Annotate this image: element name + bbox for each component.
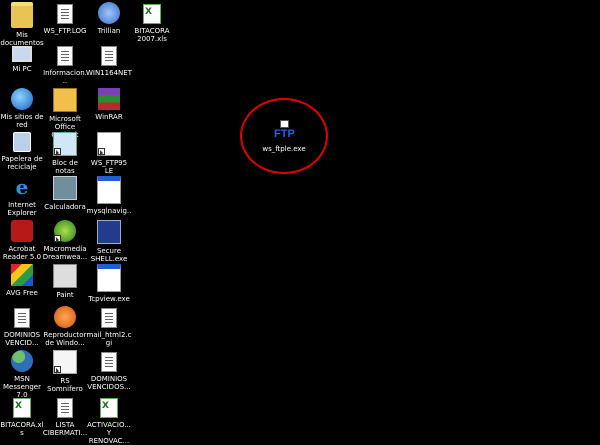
text-document-icon	[57, 398, 73, 418]
trillian-icon	[98, 2, 120, 24]
shortcut-arrow-icon	[54, 235, 61, 243]
text-document-icon	[57, 46, 73, 66]
ftp-badge-icon	[280, 120, 289, 128]
icon-label: ws_ftple.exe	[262, 145, 306, 153]
desktop-icon-mi-pc[interactable]: Mi PC	[0, 44, 44, 73]
desktop-icon-acrobat[interactable]: Acrobat Reader 5.0	[0, 220, 44, 261]
icon-label: Secure SHELL.exe	[90, 247, 128, 263]
window-icon	[97, 264, 121, 292]
desktop-icon-ws-ftp95[interactable]: WS_FTP95 LE	[87, 132, 131, 175]
desktop-icon-mis-documentos[interactable]: Mis documentos	[0, 2, 44, 47]
desktop-icon-mis-sitios-de-red[interactable]: Mis sitios de red	[0, 88, 44, 129]
desktop-icon-papelera[interactable]: Papelera de reciclaje	[0, 132, 44, 171]
icon-label: Informacion...	[43, 69, 87, 85]
icon-label: Macromedia Dreamwea...	[42, 245, 88, 261]
text-document-icon	[57, 4, 73, 24]
desktop-icon-trillian[interactable]: Trillian	[87, 2, 131, 35]
icon-label: Internet Explorer	[7, 201, 37, 217]
cgi-file-icon	[101, 308, 117, 328]
ssh-icon	[97, 220, 121, 244]
desktop-icon-ie[interactable]: e Internet Explorer	[0, 176, 44, 217]
calculator-icon	[53, 176, 77, 200]
desktop-icon-bitacora-2007[interactable]: BITACORA 2007.xls	[130, 2, 174, 43]
desktop-icon-rs-somnifero[interactable]: RS Somnifero	[43, 350, 87, 393]
folder-icon	[11, 2, 33, 28]
desktop-icon-bitacora[interactable]: BITACORA.xls	[0, 396, 44, 437]
icon-label: LISTA CIBERMATI...	[42, 421, 88, 437]
shortcut-arrow-icon	[98, 148, 105, 156]
icon-label: AVG Free	[6, 289, 38, 297]
icon-label: Mis sitios de red	[0, 113, 44, 129]
desktop-icon-secure-shell[interactable]: Secure SHELL.exe	[87, 220, 131, 263]
desktop-icon-dreamweaver[interactable]: Macromedia Dreamwea...	[43, 220, 87, 261]
shortcut-arrow-icon	[54, 148, 61, 156]
text-document-icon	[14, 308, 30, 328]
icon-label: Acrobat Reader 5.0	[2, 245, 42, 261]
icon-label: Calculadora	[44, 203, 86, 211]
icon-label: Tcpview.exe	[88, 295, 130, 303]
internet-explorer-icon: e	[15, 175, 29, 199]
desktop-icon-activacio[interactable]: ACTIVACIO... Y RENOVAC...	[87, 396, 131, 445]
excel-file-icon	[13, 398, 31, 418]
shortcut-icon	[53, 350, 77, 374]
network-icon	[11, 88, 33, 110]
icon-label: DOMINIOS VENCID...	[3, 331, 41, 347]
icon-label: BITACORA 2007.xls	[134, 27, 170, 43]
media-player-icon	[54, 306, 76, 328]
icon-label: Paint	[56, 291, 74, 299]
icon-label: Papelera de reciclaje	[1, 155, 43, 171]
desktop-icon-lista-cibermati[interactable]: LISTA CIBERMATI...	[43, 396, 87, 437]
winrar-icon	[98, 88, 120, 110]
window-icon	[97, 176, 121, 204]
desktop-icon-win1164net[interactable]: WIN1164NET	[86, 44, 132, 77]
desktop-icon-avg[interactable]: AVG Free	[0, 264, 44, 297]
desktop-icon-paint[interactable]: Paint	[43, 264, 87, 299]
desktop-icon-dominios-2[interactable]: DOMINIOS VENCIDOS...	[87, 350, 131, 391]
desktop-icon-mysqlnavig[interactable]: mysqlnavig...	[87, 176, 131, 223]
icon-label: WS_FTP.LOG	[43, 27, 87, 35]
desktop-icon-msn[interactable]: MSN Messenger 7.0	[0, 350, 44, 399]
shortcut-arrow-icon	[54, 366, 61, 374]
icon-label: Reproductor de Windo...	[43, 331, 87, 347]
text-document-icon	[101, 46, 117, 66]
icon-label: DOMINIOS VENCIDOS...	[87, 375, 131, 391]
recycle-bin-icon	[13, 132, 31, 152]
desktop-icon-ws-ftp-log[interactable]: WS_FTP.LOG	[43, 2, 87, 35]
ftp-glyph-text: FTP	[274, 128, 295, 140]
desktop-icon-bloc-de-notas[interactable]: Bloc de notas	[43, 132, 87, 175]
desktop-icon-calculadora[interactable]: Calculadora	[43, 176, 87, 211]
icon-label: Trillian	[97, 27, 121, 35]
desktop-icon-informacion[interactable]: Informacion...	[43, 44, 87, 85]
icon-label: RS Somnifero	[47, 377, 83, 393]
computer-icon	[12, 46, 32, 62]
msn-icon	[11, 350, 33, 372]
text-document-icon	[101, 352, 117, 372]
icon-label: WS_FTP95 LE	[90, 159, 128, 175]
icon-label: mail_html2.cgi	[86, 331, 132, 347]
ftp-shortcut-icon	[97, 132, 121, 156]
icon-label: BITACORA.xls	[0, 421, 44, 437]
icon-label: Bloc de notas	[52, 159, 78, 175]
desktop-icon-mail-html2[interactable]: mail_html2.cgi	[87, 306, 131, 347]
desktop-icon-ws-ftple[interactable]: FTP ws_ftple.exe	[262, 120, 306, 153]
desktop-icon-reproductor[interactable]: Reproductor de Windo...	[43, 306, 87, 347]
ws-ftp-icon: FTP	[273, 120, 295, 142]
icon-label: ACTIVACIO... Y RENOVAC...	[87, 421, 131, 445]
desktop-icon-tcpview[interactable]: Tcpview.exe	[87, 264, 131, 303]
dreamweaver-icon	[54, 220, 76, 243]
notepad-icon	[53, 132, 77, 156]
avg-icon	[11, 264, 33, 286]
acrobat-icon	[11, 220, 33, 242]
desktop-icon-winrar[interactable]: WinRAR	[87, 88, 131, 121]
excel-file-icon	[143, 4, 161, 24]
paint-icon	[53, 264, 77, 288]
excel-file-icon	[100, 398, 118, 418]
icon-label: Mi PC	[12, 65, 32, 73]
icon-label: WinRAR	[95, 113, 123, 121]
desktop-icon-dominios-1[interactable]: DOMINIOS VENCID...	[0, 306, 44, 347]
outlook-icon	[53, 88, 77, 112]
icon-label: WIN1164NET	[86, 69, 132, 77]
